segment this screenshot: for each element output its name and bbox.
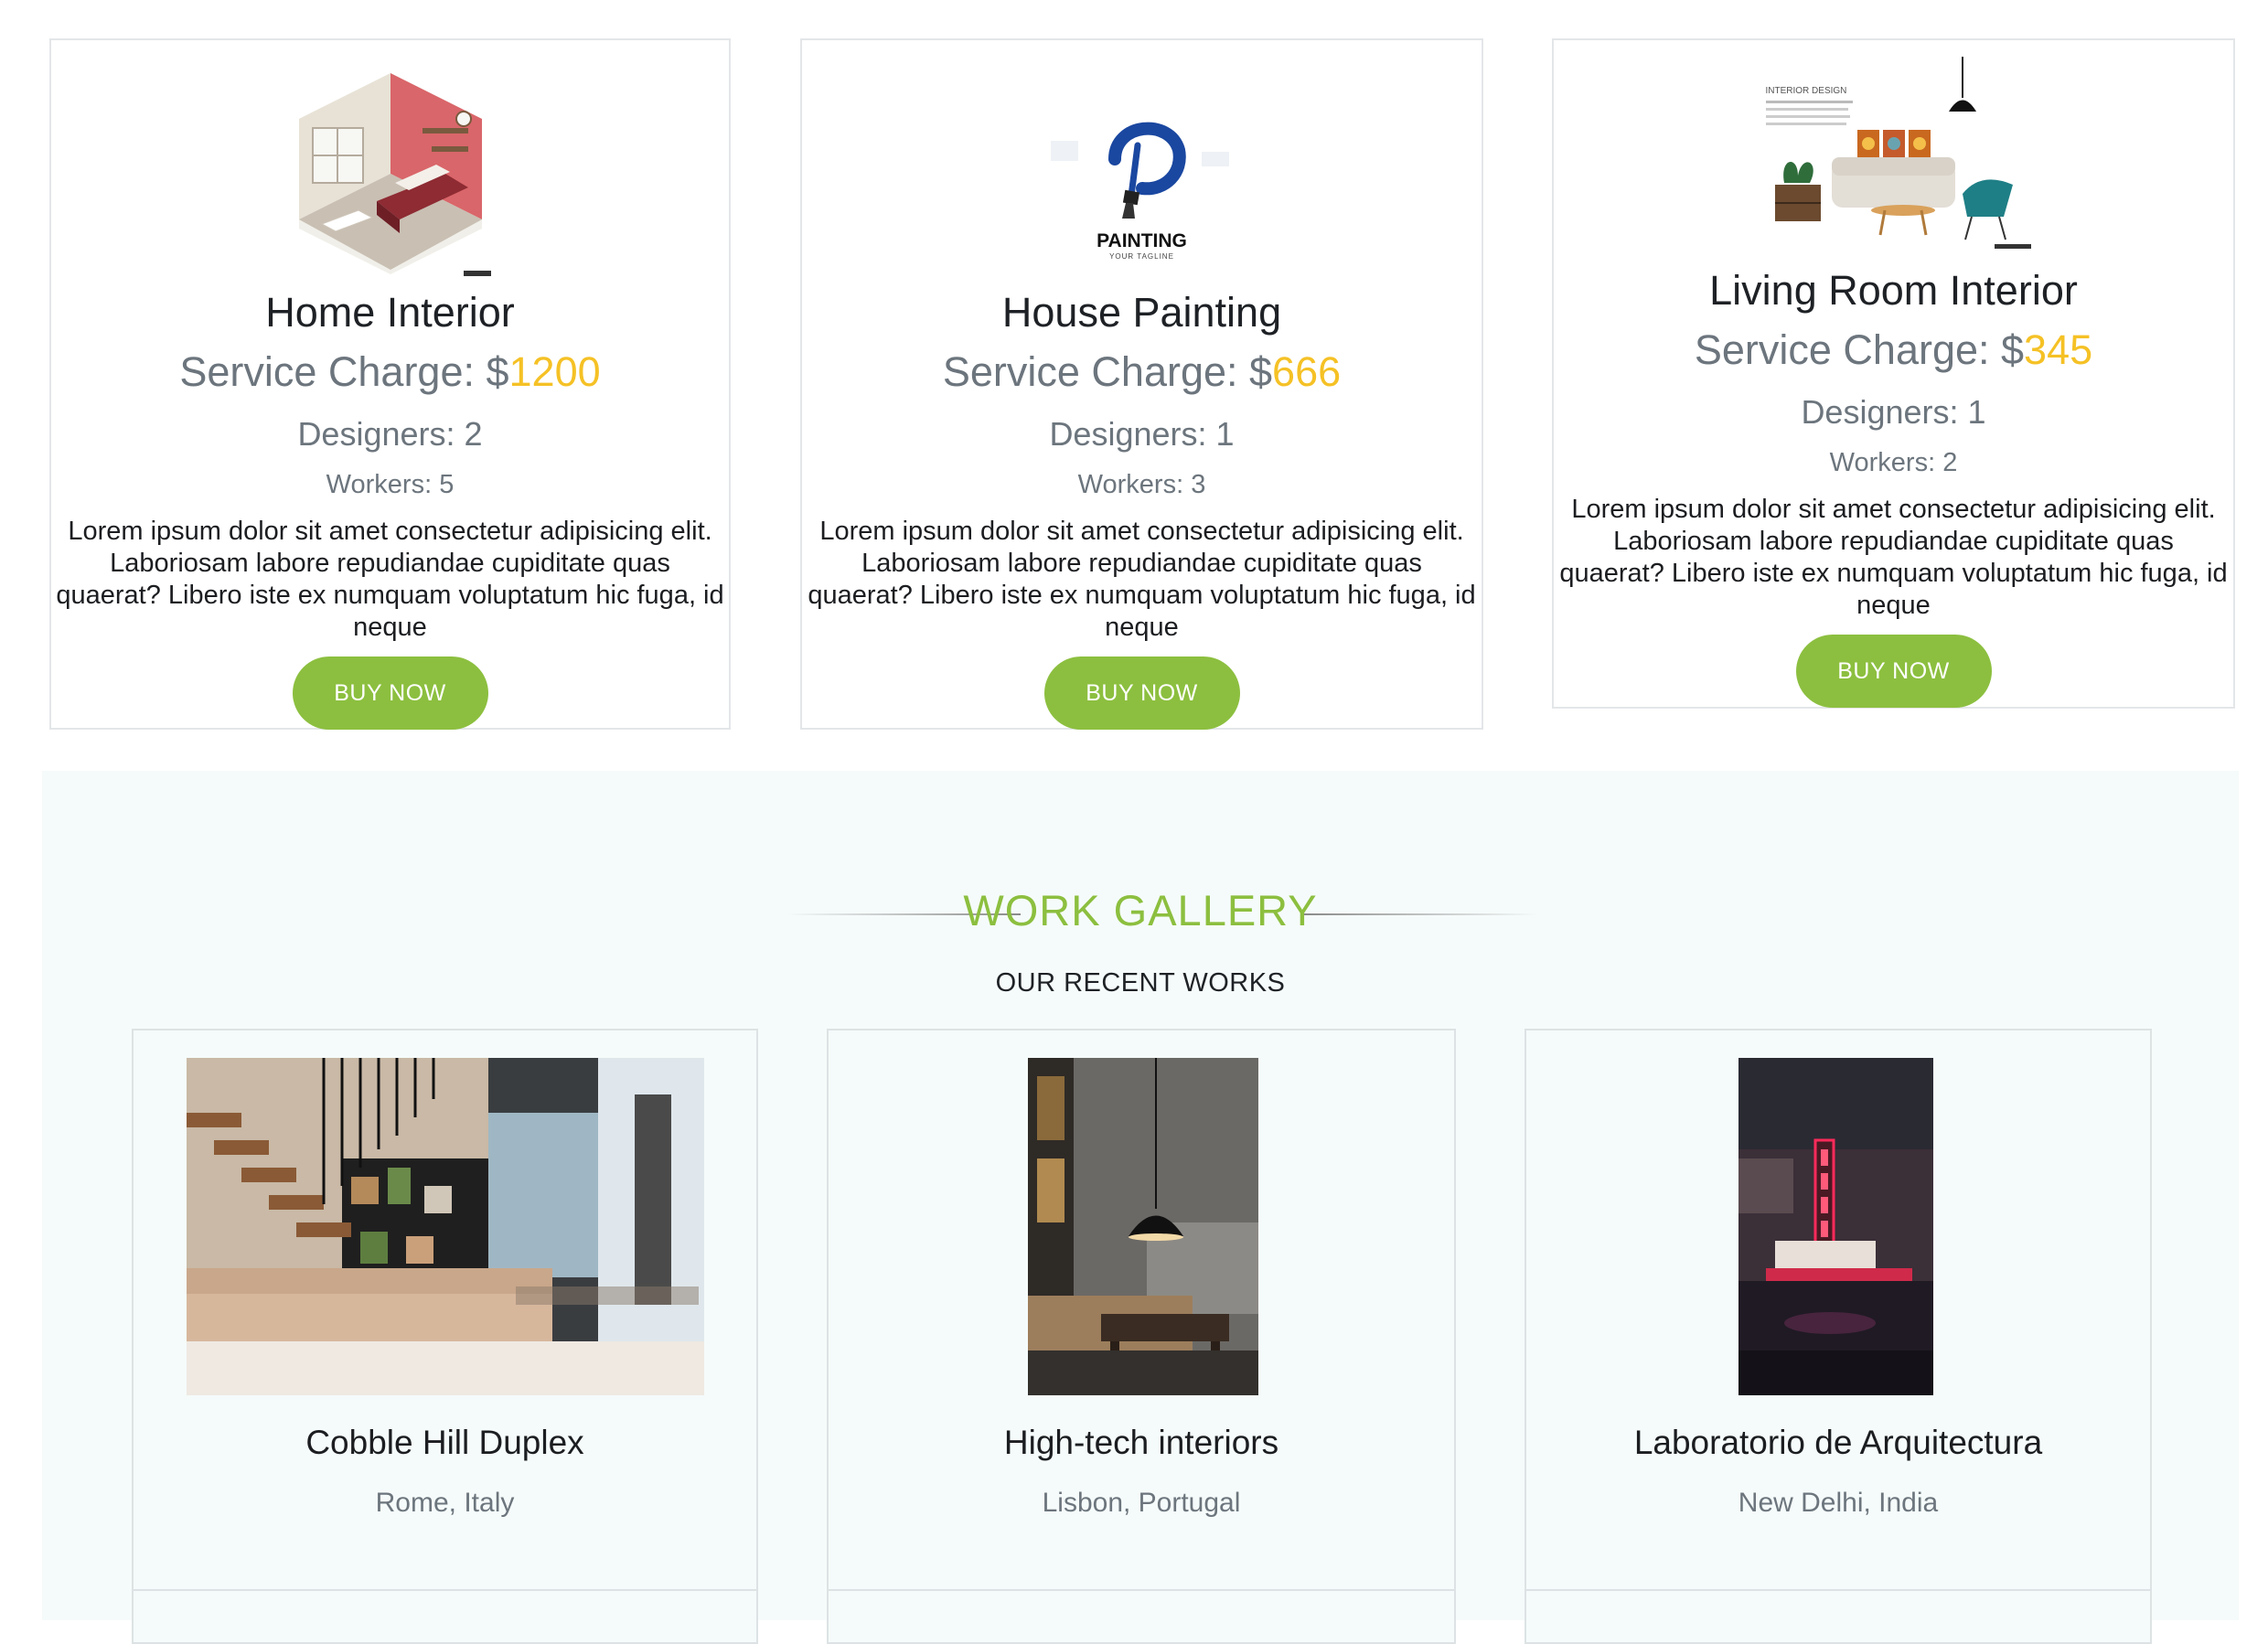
service-description: Lorem ipsum dolor sit amet consectetur a… <box>808 517 1476 642</box>
service-charge: Service Charge: $345 <box>1554 326 2233 374</box>
service-charge-amount: 345 <box>2024 326 2093 373</box>
staircase-living-room-photo <box>187 1058 704 1395</box>
service-workers: Workers: 2 <box>1829 448 1958 477</box>
service-title: Home Interior <box>265 289 515 336</box>
service-charge-label: Service Charge: $ <box>942 348 1273 395</box>
work-card-cobble-hill[interactable]: Cobble Hill Duplex Rome, Italy <box>132 1029 758 1603</box>
work-title: Laboratorio de Arquitectura <box>1633 1424 2043 1461</box>
work-title: High-tech interiors <box>1003 1424 1279 1461</box>
service-description: Lorem ipsum dolor sit amet consectetur a… <box>56 517 724 642</box>
service-title: Living Room Interior <box>1709 267 2078 314</box>
service-charge-amount: 1200 <box>508 348 601 395</box>
painting-logo-image: PAINTING YOUR TAGLINE <box>1050 104 1234 269</box>
service-designers: Designers: 1 <box>1049 415 1235 453</box>
service-workers: Workers: 3 <box>1077 470 1206 499</box>
service-charge-amount: 666 <box>1272 348 1342 395</box>
work-title: Cobble Hill Duplex <box>305 1424 584 1461</box>
service-card-house-painting: PAINTING YOUR TAGLINE House Painting Ser… <box>800 38 1483 730</box>
service-charge-label: Service Charge: $ <box>179 348 509 395</box>
service-description: Lorem ipsum dolor sit amet consectetur a… <box>1559 495 2228 620</box>
work-card-partial[interactable] <box>827 1589 1456 1644</box>
neon-theatre-sign-photo <box>1738 1058 1933 1395</box>
work-card-high-tech[interactable]: High-tech interiors Lisbon, Portugal <box>827 1029 1456 1603</box>
pendant-lamp-lounge-photo <box>1028 1058 1258 1395</box>
painting-logo-text: PAINTING <box>1097 230 1187 251</box>
service-charge-label: Service Charge: $ <box>1694 326 2025 373</box>
living-room-caption: INTERIOR DESIGN <box>1765 86 1847 96</box>
service-charge: Service Charge: $1200 <box>51 348 729 396</box>
work-location: Rome, Italy <box>375 1488 515 1518</box>
work-card-partial[interactable] <box>1524 1589 2152 1644</box>
service-workers: Workers: 5 <box>326 470 455 499</box>
isometric-bedroom-illustration <box>285 64 496 283</box>
gallery-subtitle: OUR RECENT WORKS <box>995 968 1286 998</box>
heading-divider-right <box>1304 913 1537 915</box>
service-card-living-room: INTERIOR DESIGN Living Room Interior Ser… <box>1552 38 2235 709</box>
service-designers: Designers: 1 <box>1801 393 1986 431</box>
gallery-heading: WORK GALLERY <box>42 885 2239 940</box>
painting-logo-tagline: YOUR TAGLINE <box>1109 252 1174 261</box>
work-card-laboratorio[interactable]: Laboratorio de Arquitectura New Delhi, I… <box>1524 1029 2152 1603</box>
work-location: Lisbon, Portugal <box>1042 1488 1241 1518</box>
buy-now-button[interactable]: BUY NOW <box>1795 635 1992 708</box>
work-location: New Delhi, India <box>1738 1488 1939 1518</box>
buy-now-button[interactable]: BUY NOW <box>1043 657 1240 730</box>
service-card-home-interior: Home Interior Service Charge: $1200 Desi… <box>49 38 731 730</box>
work-card-partial[interactable] <box>132 1589 758 1644</box>
service-designers: Designers: 2 <box>297 415 483 453</box>
buy-now-button[interactable]: BUY NOW <box>292 657 488 730</box>
service-title: House Painting <box>1001 289 1282 336</box>
service-charge: Service Charge: $666 <box>802 348 1482 396</box>
work-gallery-section: WORK GALLERY OUR RECENT WORKS Cobble Hil… <box>42 771 2239 1644</box>
gallery-title: WORK GALLERY <box>963 886 1318 934</box>
living-room-illustration: INTERIOR DESIGN <box>1748 57 2040 253</box>
